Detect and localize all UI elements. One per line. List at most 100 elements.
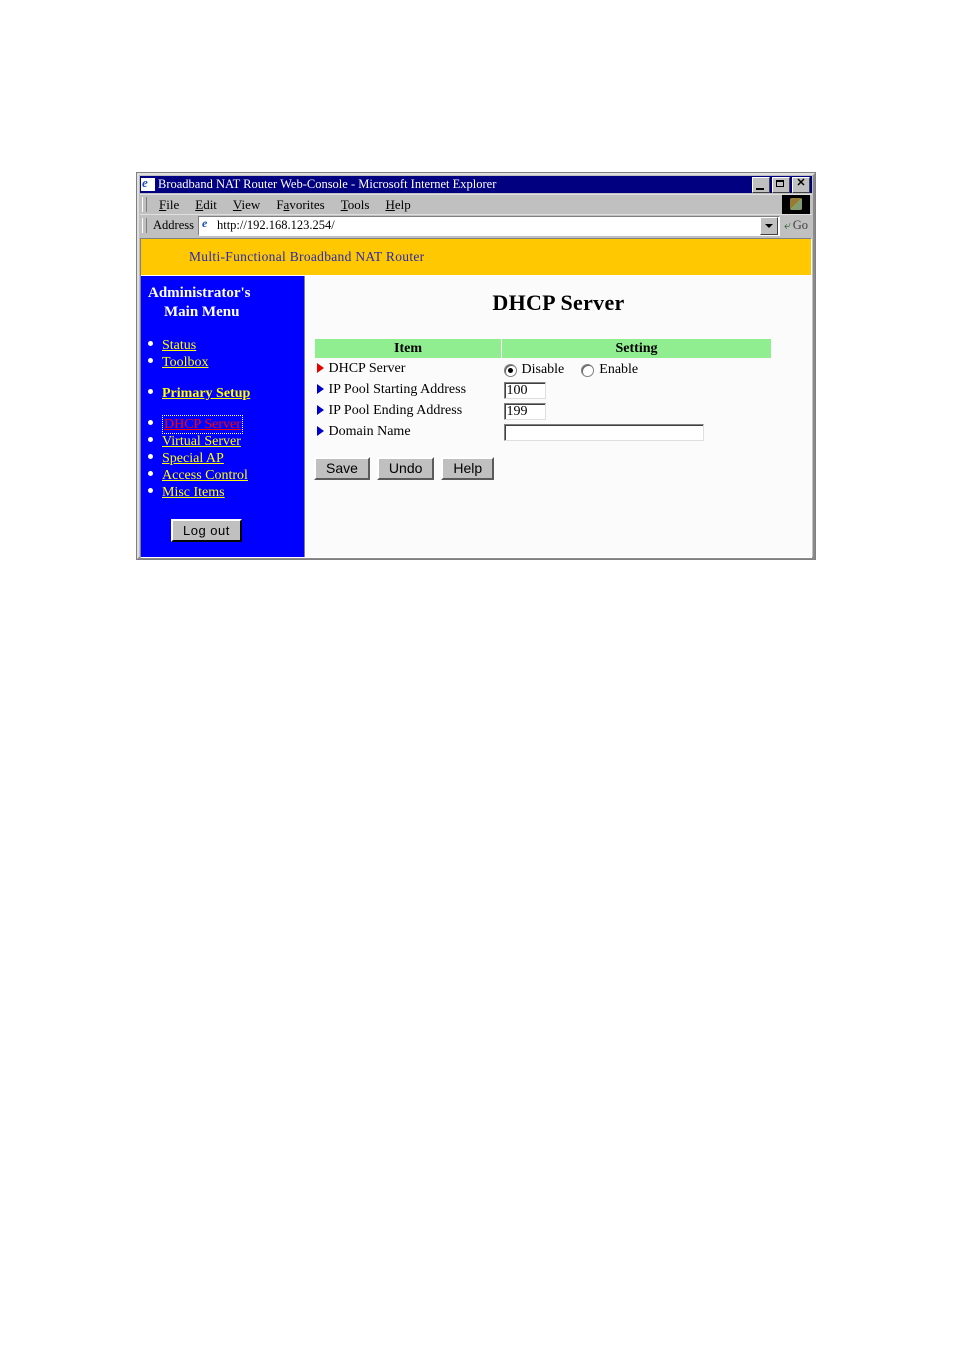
- column-header-setting: Setting: [501, 338, 772, 359]
- window-title: Broadband NAT Router Web-Console - Micro…: [158, 177, 497, 191]
- column-header-item: Item: [314, 338, 502, 359]
- close-button[interactable]: ✕: [792, 176, 810, 193]
- row-label-ip-pool-end: IP Pool Ending Address: [315, 401, 502, 422]
- sidebar-item-label: Status: [162, 338, 197, 353]
- menu-item-favorites[interactable]: Favorites: [268, 197, 332, 213]
- address-url-text: http://192.168.123.254/: [216, 218, 335, 232]
- sidebar-group-advanced: DHCP Server Virtual Server Special AP Ac…: [141, 415, 304, 501]
- row-label-dhcp-server: DHCP Server: [315, 359, 502, 381]
- bullet-icon: [148, 488, 153, 493]
- chevron-down-icon[interactable]: [759, 216, 778, 235]
- bullet-icon: [148, 341, 153, 346]
- help-button[interactable]: Help: [441, 457, 495, 480]
- domain-name-input[interactable]: [503, 424, 704, 441]
- go-button[interactable]: ⤷ Go: [781, 218, 812, 233]
- bullet-icon: [148, 437, 153, 442]
- menu-bar: File Edit View Favorites Tools Help: [140, 194, 812, 214]
- address-drag-grip[interactable]: [142, 218, 147, 233]
- page-title: DHCP Server: [492, 290, 625, 315]
- sidebar-group-setup: Primary Setup: [141, 385, 304, 402]
- row-value-ip-pool-start: [502, 380, 772, 401]
- sidebar-item-label: Special AP: [162, 451, 224, 466]
- radio-disable-label: Disable: [521, 362, 565, 377]
- menu-item-help[interactable]: Help: [377, 197, 418, 213]
- triangle-bullet-icon: [316, 405, 324, 415]
- sidebar-item-label: Virtual Server: [162, 434, 241, 449]
- sidebar-item-label: Primary Setup: [162, 386, 251, 401]
- page-banner: Multi-Functional Broadband NAT Router: [141, 239, 811, 276]
- ip-pool-starting-address-input[interactable]: [503, 382, 546, 399]
- sidebar-item-primary-setup[interactable]: Primary Setup: [141, 385, 304, 402]
- ip-pool-ending-address-input[interactable]: [503, 403, 546, 420]
- menu-drag-grip[interactable]: [142, 197, 147, 212]
- bullet-icon: [148, 420, 153, 425]
- logout-container: Log out: [141, 519, 304, 542]
- table-body: DHCP Server Disable Enable IP Pool Start…: [315, 359, 772, 444]
- radio-enable[interactable]: [581, 363, 595, 377]
- radio-group-dhcp-server: Disable Enable: [503, 361, 772, 378]
- row-value-ip-pool-end: [502, 401, 772, 422]
- sidebar-item-label: Misc Items: [162, 485, 225, 500]
- menu-item-file[interactable]: File: [151, 197, 187, 213]
- radio-enable-label: Enable: [599, 362, 639, 377]
- radio-disable[interactable]: [503, 363, 517, 377]
- browser-window: Broadband NAT Router Web-Console - Micro…: [137, 173, 815, 559]
- frameset: Administrator's Main Menu Status Toolbox: [141, 276, 811, 557]
- sidebar-item-special-ap[interactable]: Special AP: [141, 450, 304, 467]
- sidebar-group-general: Status Toolbox: [141, 337, 304, 371]
- bullet-icon: [148, 358, 153, 363]
- form-buttons: Save Undo Help: [314, 457, 811, 480]
- ie-throbber-logo: [782, 195, 810, 214]
- label-text: Domain Name: [328, 424, 411, 439]
- sidebar-item-dhcp-server[interactable]: DHCP Server: [141, 415, 304, 434]
- sidebar-heading-line1: Administrator's: [148, 285, 251, 301]
- sidebar-item-access-control[interactable]: Access Control: [141, 467, 304, 484]
- ie-app-icon: [141, 178, 155, 191]
- minimize-button[interactable]: [752, 176, 770, 193]
- page-icon: [200, 219, 214, 232]
- bullet-icon: [148, 389, 153, 394]
- menu-item-tools[interactable]: Tools: [333, 197, 378, 213]
- go-arrow-icon: ⤷: [783, 218, 791, 232]
- table-header-row: Item Setting: [314, 338, 772, 359]
- sidebar-item-misc-items[interactable]: Misc Items: [141, 484, 304, 501]
- sidebar-item-label: Toolbox: [162, 355, 209, 370]
- menu-item-edit[interactable]: Edit: [187, 197, 225, 213]
- table-row: IP Pool Starting Address: [315, 380, 772, 401]
- sidebar-item-virtual-server[interactable]: Virtual Server: [141, 433, 304, 450]
- address-bar: Address http://192.168.123.254/ ⤷ Go: [140, 214, 812, 236]
- table-row: Domain Name: [315, 422, 772, 443]
- settings-table: Item Setting DHCP Server Disable Enable …: [314, 338, 772, 443]
- menu-item-view[interactable]: View: [225, 197, 268, 213]
- label-text: DHCP Server: [328, 361, 406, 376]
- label-text: IP Pool Starting Address: [328, 382, 467, 397]
- undo-button[interactable]: Undo: [376, 457, 435, 480]
- maximize-button[interactable]: [772, 176, 790, 193]
- go-button-label: Go: [792, 218, 808, 232]
- row-value-domain-name: [502, 422, 772, 443]
- sidebar-item-label: Access Control: [162, 468, 248, 483]
- sidebar-heading-line2: Main Menu: [164, 304, 240, 320]
- label-text: IP Pool Ending Address: [328, 403, 463, 418]
- row-label-ip-pool-start: IP Pool Starting Address: [315, 380, 502, 401]
- logout-button[interactable]: Log out: [171, 519, 242, 542]
- triangle-bullet-icon: [316, 363, 324, 373]
- address-label: Address: [153, 218, 194, 232]
- banner-title: Multi-Functional Broadband NAT Router: [189, 249, 425, 264]
- row-label-text: DHCP Server: [316, 361, 406, 376]
- browser-viewport: Multi-Functional Broadband NAT Router Ad…: [140, 238, 812, 558]
- save-button[interactable]: Save: [314, 457, 370, 480]
- address-input[interactable]: http://192.168.123.254/: [197, 215, 780, 236]
- sidebar-item-toolbox[interactable]: Toolbox: [141, 354, 304, 371]
- sidebar-item-label: DHCP Server: [162, 415, 243, 434]
- row-label-text: IP Pool Starting Address: [316, 382, 467, 397]
- sidebar-heading: Administrator's Main Menu: [141, 284, 304, 322]
- sidebar-item-status[interactable]: Status: [141, 337, 304, 354]
- triangle-bullet-icon: [316, 384, 324, 394]
- sidebar-frame: Administrator's Main Menu Status Toolbox: [141, 276, 305, 557]
- row-label-domain-name: Domain Name: [315, 422, 502, 443]
- table-row: DHCP Server Disable Enable: [315, 359, 772, 381]
- bullet-icon: [148, 454, 153, 459]
- table-head: Item Setting: [314, 338, 772, 359]
- row-label-text: Domain Name: [316, 424, 411, 439]
